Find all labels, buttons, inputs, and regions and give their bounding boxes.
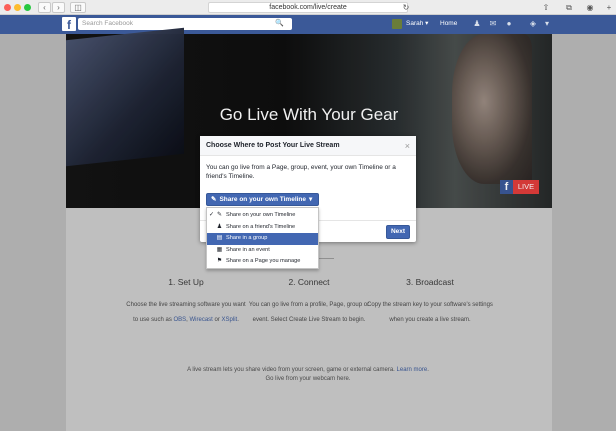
forward-button[interactable]: ›	[52, 2, 65, 13]
edit-icon: ✎	[216, 212, 223, 218]
close-window-button[interactable]	[4, 4, 11, 11]
messages-icon[interactable]: ✉	[487, 19, 499, 29]
facebook-logo-icon[interactable]: f	[62, 17, 76, 32]
selector-label: Share on your own Timeline	[219, 196, 307, 203]
back-button[interactable]: ‹	[38, 2, 51, 13]
extension-icon[interactable]: ◉	[584, 2, 596, 13]
search-icon[interactable]: 🔍	[275, 18, 284, 30]
account-menu-icon[interactable]: ▾	[541, 19, 553, 29]
menu-item-own-timeline[interactable]: ✓ ✎ Share on your own Timeline	[207, 210, 318, 222]
edit-icon: ✎	[211, 196, 217, 203]
menu-item-page[interactable]: ⚑ Share on a Page you manage	[207, 256, 318, 268]
friends-icon: ♟	[216, 223, 223, 230]
calendar-icon: ▦	[216, 246, 223, 253]
home-link[interactable]: Home	[440, 18, 457, 30]
profile-link[interactable]: Sarah ▾	[406, 18, 428, 30]
close-icon[interactable]: ×	[405, 141, 410, 151]
flag-icon: ⚑	[216, 258, 223, 264]
notifications-icon[interactable]: ●	[503, 19, 515, 29]
friend-requests-icon[interactable]: ♟	[471, 19, 483, 29]
new-tab-icon[interactable]: +	[603, 2, 615, 13]
url-text: facebook.com/live/create	[269, 4, 347, 11]
menu-item-event[interactable]: ▦ Share in an event	[207, 245, 318, 257]
next-button[interactable]: Next	[386, 225, 410, 239]
share-destination-menu: ✓ ✎ Share on your own Timeline ♟ Share o…	[206, 207, 319, 269]
menu-item-group[interactable]: ▤ Share in a group	[207, 233, 318, 245]
chevron-down-icon: ▾	[309, 196, 313, 203]
dialog-description: You can go live from a Page, group, even…	[206, 164, 396, 180]
tabs-icon[interactable]: ⧉	[563, 2, 575, 13]
zoom-window-button[interactable]	[24, 4, 31, 11]
dialog-title: Choose Where to Post Your Live Stream	[200, 136, 416, 156]
reload-icon[interactable]: ↻	[400, 2, 412, 13]
search-input[interactable]: Search Facebook 🔍	[78, 18, 292, 30]
minimize-window-button[interactable]	[14, 4, 21, 11]
browser-toolbar: ‹ › ◫ facebook.com/live/create ↻ ⇧ ⧉ ◉ +	[0, 0, 616, 15]
facebook-header: f Search Facebook 🔍 Sarah ▾ Home ♟ ✉ ● ◈…	[0, 15, 616, 34]
address-bar[interactable]: facebook.com/live/create	[208, 2, 408, 13]
checkmark-icon: ✓	[209, 212, 215, 218]
user-name: Sarah	[406, 20, 424, 27]
group-icon: ▤	[216, 235, 223, 241]
share-icon[interactable]: ⇧	[540, 2, 552, 13]
search-placeholder: Search Facebook	[82, 20, 133, 27]
share-destination-selector[interactable]: ✎ Share on your own Timeline ▾	[206, 193, 319, 206]
avatar[interactable]	[392, 19, 402, 29]
privacy-shortcuts-icon[interactable]: ◈	[527, 19, 539, 29]
menu-item-friend-timeline[interactable]: ♟ Share on a friend's Timeline	[207, 222, 318, 234]
sidebar-icon[interactable]: ◫	[70, 2, 86, 13]
